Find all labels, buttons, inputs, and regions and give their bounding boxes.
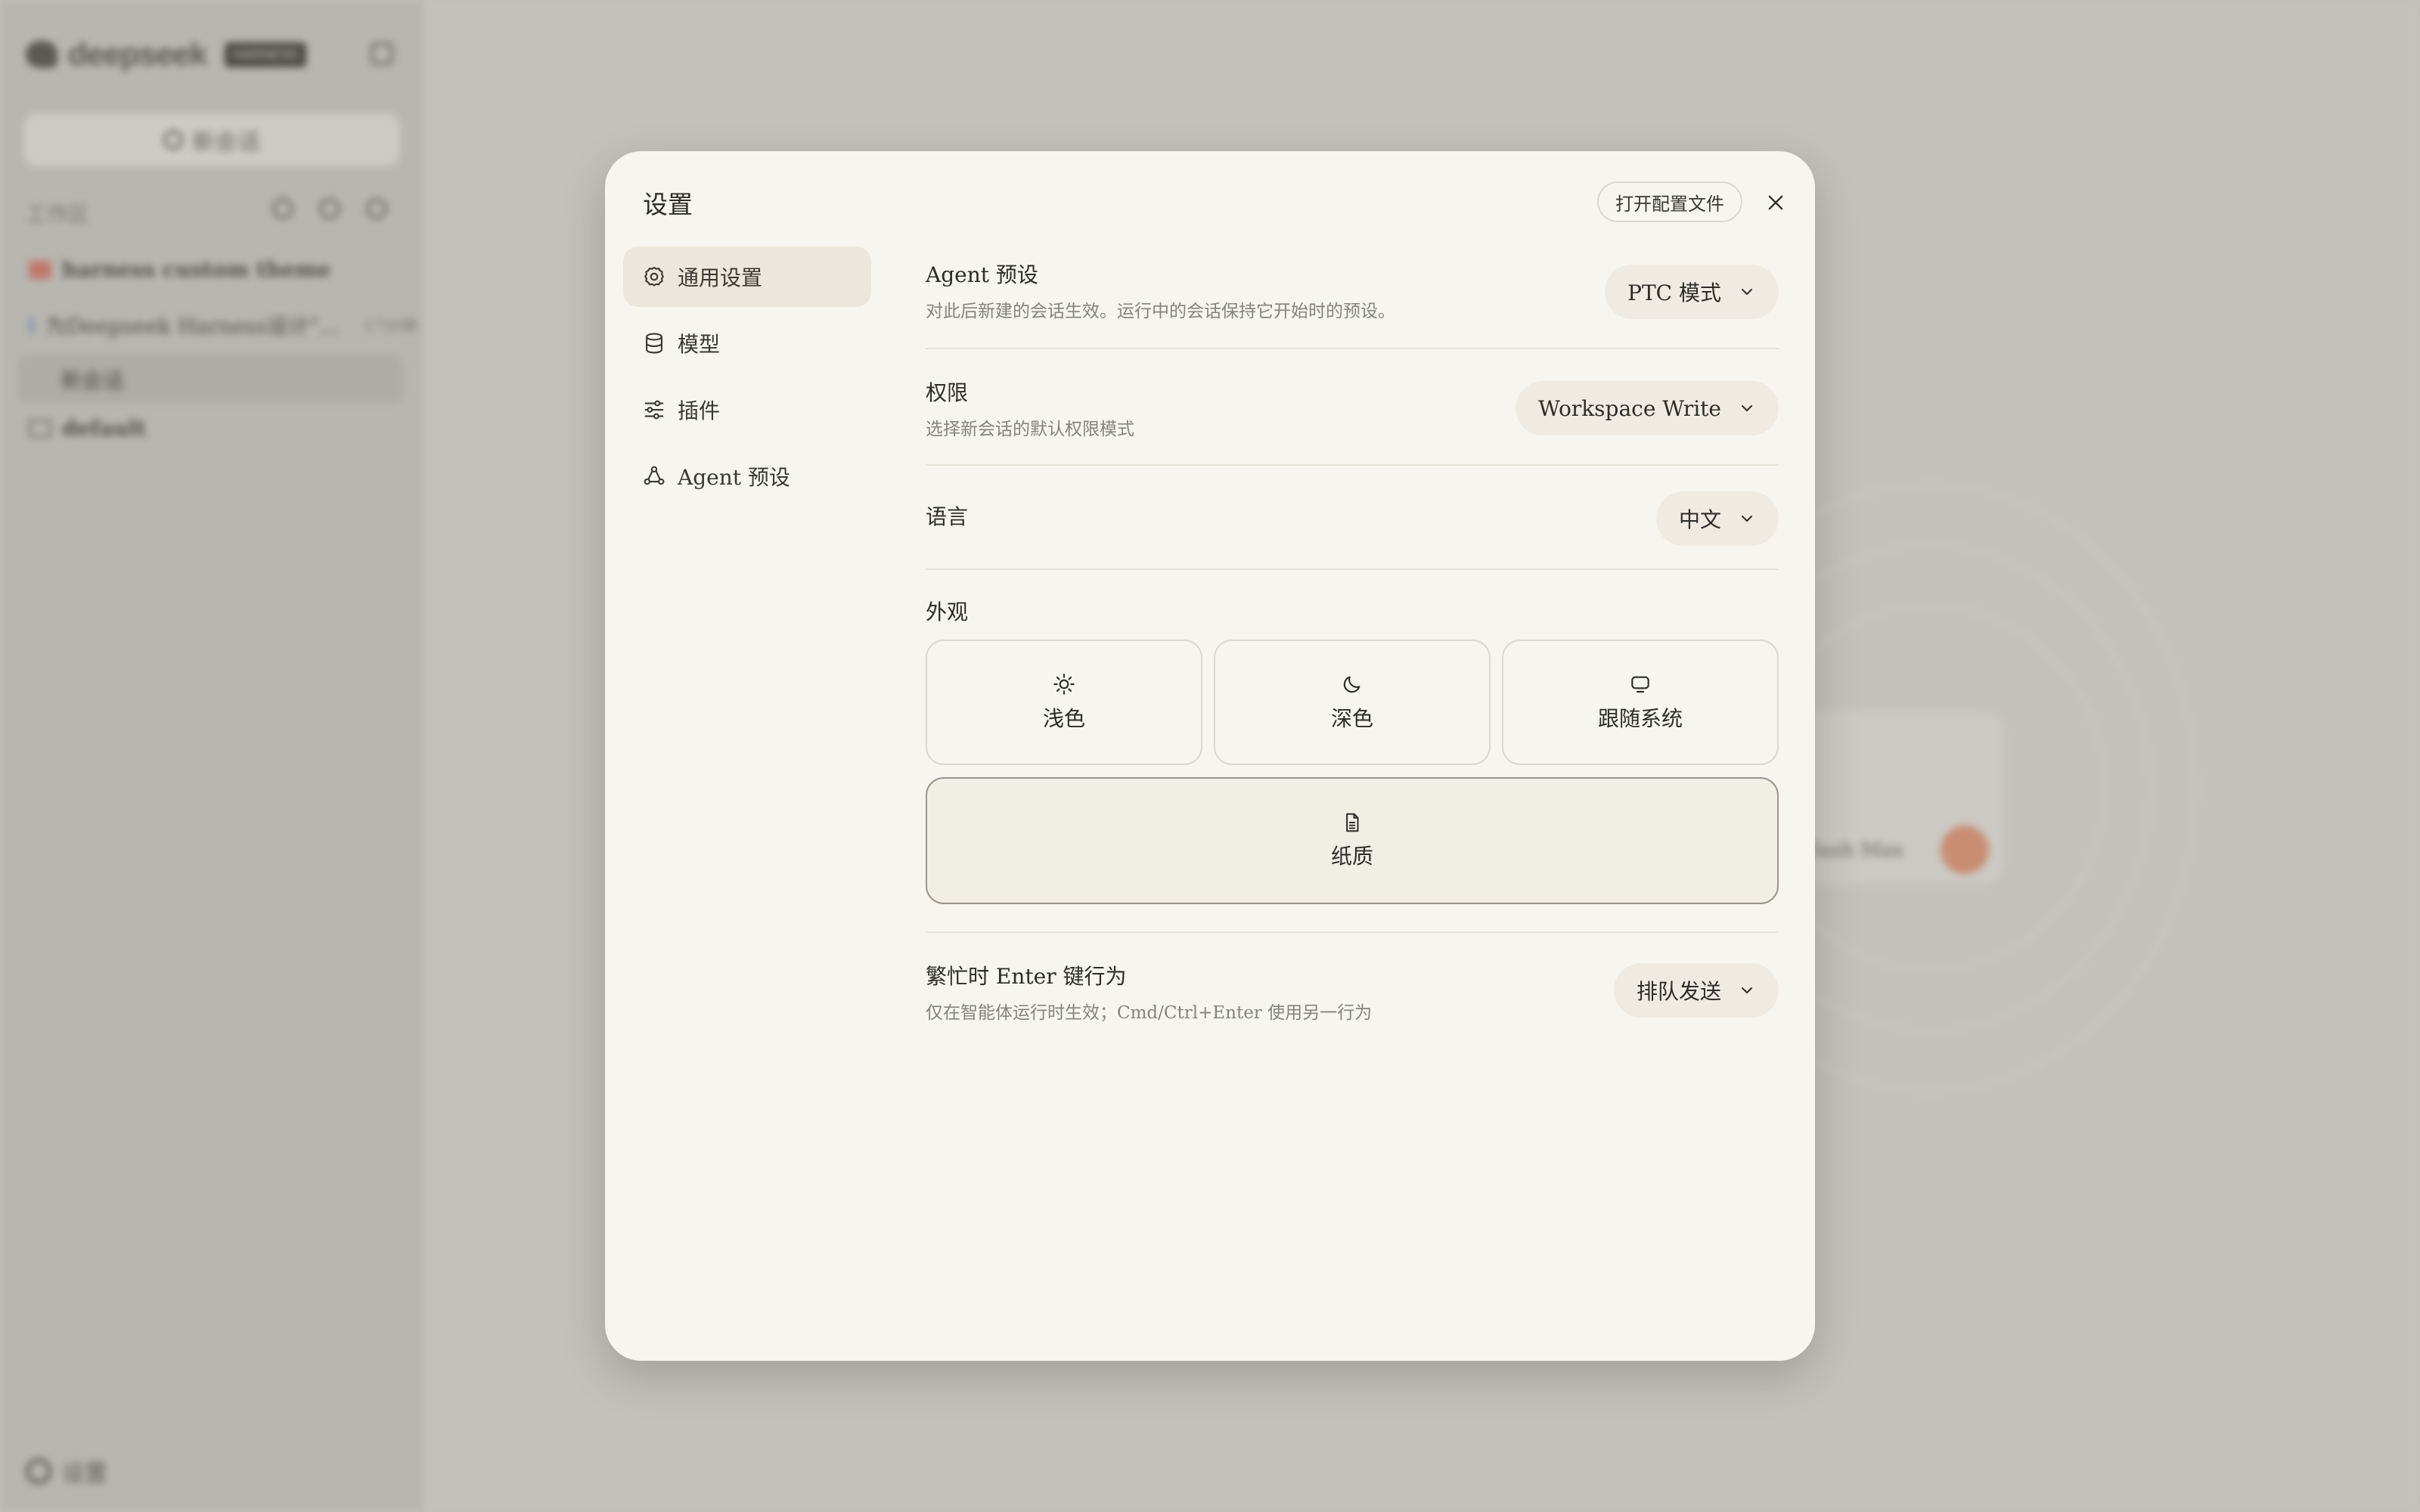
sidebar-item-default[interactable]: default <box>29 416 147 441</box>
workspace-section-label: 工作区 <box>26 202 90 227</box>
theme-paper-label: 纸质 <box>1330 844 1373 869</box>
open-config-file-button[interactable]: 打开配置文件 <box>1597 181 1742 222</box>
sidebar-item-label: default <box>62 416 147 441</box>
monitor-icon <box>1631 676 1649 693</box>
close-button[interactable] <box>1759 186 1792 219</box>
sidebar-item-new-chat[interactable]: 新会话 <box>18 355 404 404</box>
sidebar-item-harness-theme[interactable]: harness custom theme <box>29 257 330 282</box>
app-name: deepseek <box>68 36 207 72</box>
enter-behavior-value: 排队发送 <box>1636 979 1721 1004</box>
nav-item-label: Agent 预设 <box>678 465 790 490</box>
nav-item-models[interactable]: 模型 <box>623 313 871 373</box>
appearance-section: 外观 浅色 深色 跟随系统 纸质 <box>926 570 1779 933</box>
new-chat-label: 新会话 <box>192 129 260 156</box>
send-button[interactable] <box>1941 826 1989 874</box>
chevron-down-icon <box>1742 289 1752 295</box>
plus-circle-icon <box>163 130 183 150</box>
document-icon <box>1346 813 1359 832</box>
permission-value: Workspace Write <box>1538 395 1721 421</box>
workspace-tools <box>272 198 387 219</box>
agent-icon <box>644 466 665 485</box>
nav-item-label: 模型 <box>678 332 721 357</box>
settings-dialog: 设置 打开配置文件 通用设置 模型 插件 Agent 预设 Agent 预设 对… <box>605 151 1815 1361</box>
theme-paper-button[interactable]: 纸质 <box>926 777 1779 904</box>
refresh-icon[interactable] <box>366 198 387 219</box>
gear-icon <box>644 266 664 287</box>
theme-dark-button[interactable]: 深色 <box>1214 640 1491 765</box>
nav-item-label: 插件 <box>678 398 721 423</box>
agent-preset-value: PTC 模式 <box>1627 280 1721 305</box>
sidebar-item-label: 为Deepseek Harness设计"... <box>45 314 340 339</box>
agent-preset-row: Agent 预设 对此后新建的会话生效。运行中的会话保持它开始时的预设。 PTC… <box>926 246 1779 349</box>
enter-behavior-row: 繁忙时 Enter 键行为 仅在智能体运行时生效；Cmd/Ctrl+Enter … <box>926 933 1779 1046</box>
sidebar-item-label: 新会话 <box>60 368 125 393</box>
moon-icon <box>1343 676 1360 693</box>
agent-preset-select[interactable]: PTC 模式 <box>1605 265 1779 319</box>
permission-select[interactable]: Workspace Write <box>1516 381 1779 435</box>
chevron-down-icon <box>1742 987 1752 993</box>
nav-item-general[interactable]: 通用设置 <box>623 246 871 307</box>
language-row: 语言 中文 <box>926 466 1779 570</box>
settings-nav: 通用设置 模型 插件 Agent 预设 <box>623 246 871 513</box>
sidebar-item-time: 17分钟 <box>363 318 418 336</box>
gear-icon <box>26 1458 51 1484</box>
language-title: 语言 <box>926 504 969 529</box>
search-icon[interactable] <box>272 198 293 219</box>
close-icon <box>1768 195 1783 210</box>
whale-logo-icon <box>26 41 57 68</box>
dialog-title: 设置 <box>643 190 693 219</box>
app-badge: HARNESS <box>225 42 306 67</box>
database-icon <box>646 333 662 354</box>
theme-system-button[interactable]: 跟随系统 <box>1502 640 1779 765</box>
chevron-down-icon <box>1742 405 1752 411</box>
sliders-icon <box>644 400 664 420</box>
chat-icon <box>29 316 35 334</box>
sidebar-item-design-chat[interactable]: 为Deepseek Harness设计"... 17分钟 <box>29 310 417 340</box>
theme-dark-label: 深色 <box>1330 706 1373 731</box>
chevron-down-icon <box>1742 516 1752 522</box>
sidebar: deepseek HARNESS 新会话 工作区 harness custom … <box>0 0 424 1512</box>
general-settings-panel: Agent 预设 对此后新建的会话生效。运行中的会话保持它开始时的预设。 PTC… <box>926 246 1779 1046</box>
permission-row: 权限 选择新会话的默认权限模式 Workspace Write <box>926 349 1779 466</box>
folder-icon <box>29 419 51 438</box>
nav-item-plugins[interactable]: 插件 <box>623 380 871 440</box>
appearance-title: 外观 <box>926 600 969 624</box>
app-logo: deepseek HARNESS <box>26 36 306 73</box>
collapse-sidebar-icon[interactable] <box>371 42 393 65</box>
folder-icon <box>29 260 51 279</box>
sun-icon <box>1053 674 1075 695</box>
theme-system-label: 跟随系统 <box>1597 706 1683 731</box>
model-selector[interactable]: Flash Max <box>1800 839 1903 862</box>
language-select[interactable]: 中文 <box>1655 491 1779 546</box>
nav-item-label: 通用设置 <box>678 265 763 290</box>
nav-item-agent-presets[interactable]: Agent 预设 <box>623 446 871 507</box>
sidebar-item-label: harness custom theme <box>62 257 331 282</box>
settings-label: 设置 <box>62 1461 107 1487</box>
share-icon[interactable] <box>319 198 340 219</box>
theme-light-label: 浅色 <box>1042 706 1085 731</box>
enter-behavior-select[interactable]: 排队发送 <box>1613 963 1779 1018</box>
new-chat-button[interactable]: 新会话 <box>24 113 399 166</box>
theme-light-button[interactable]: 浅色 <box>926 640 1202 765</box>
sidebar-settings-button[interactable]: 设置 <box>26 1455 107 1488</box>
language-value: 中文 <box>1678 507 1721 532</box>
